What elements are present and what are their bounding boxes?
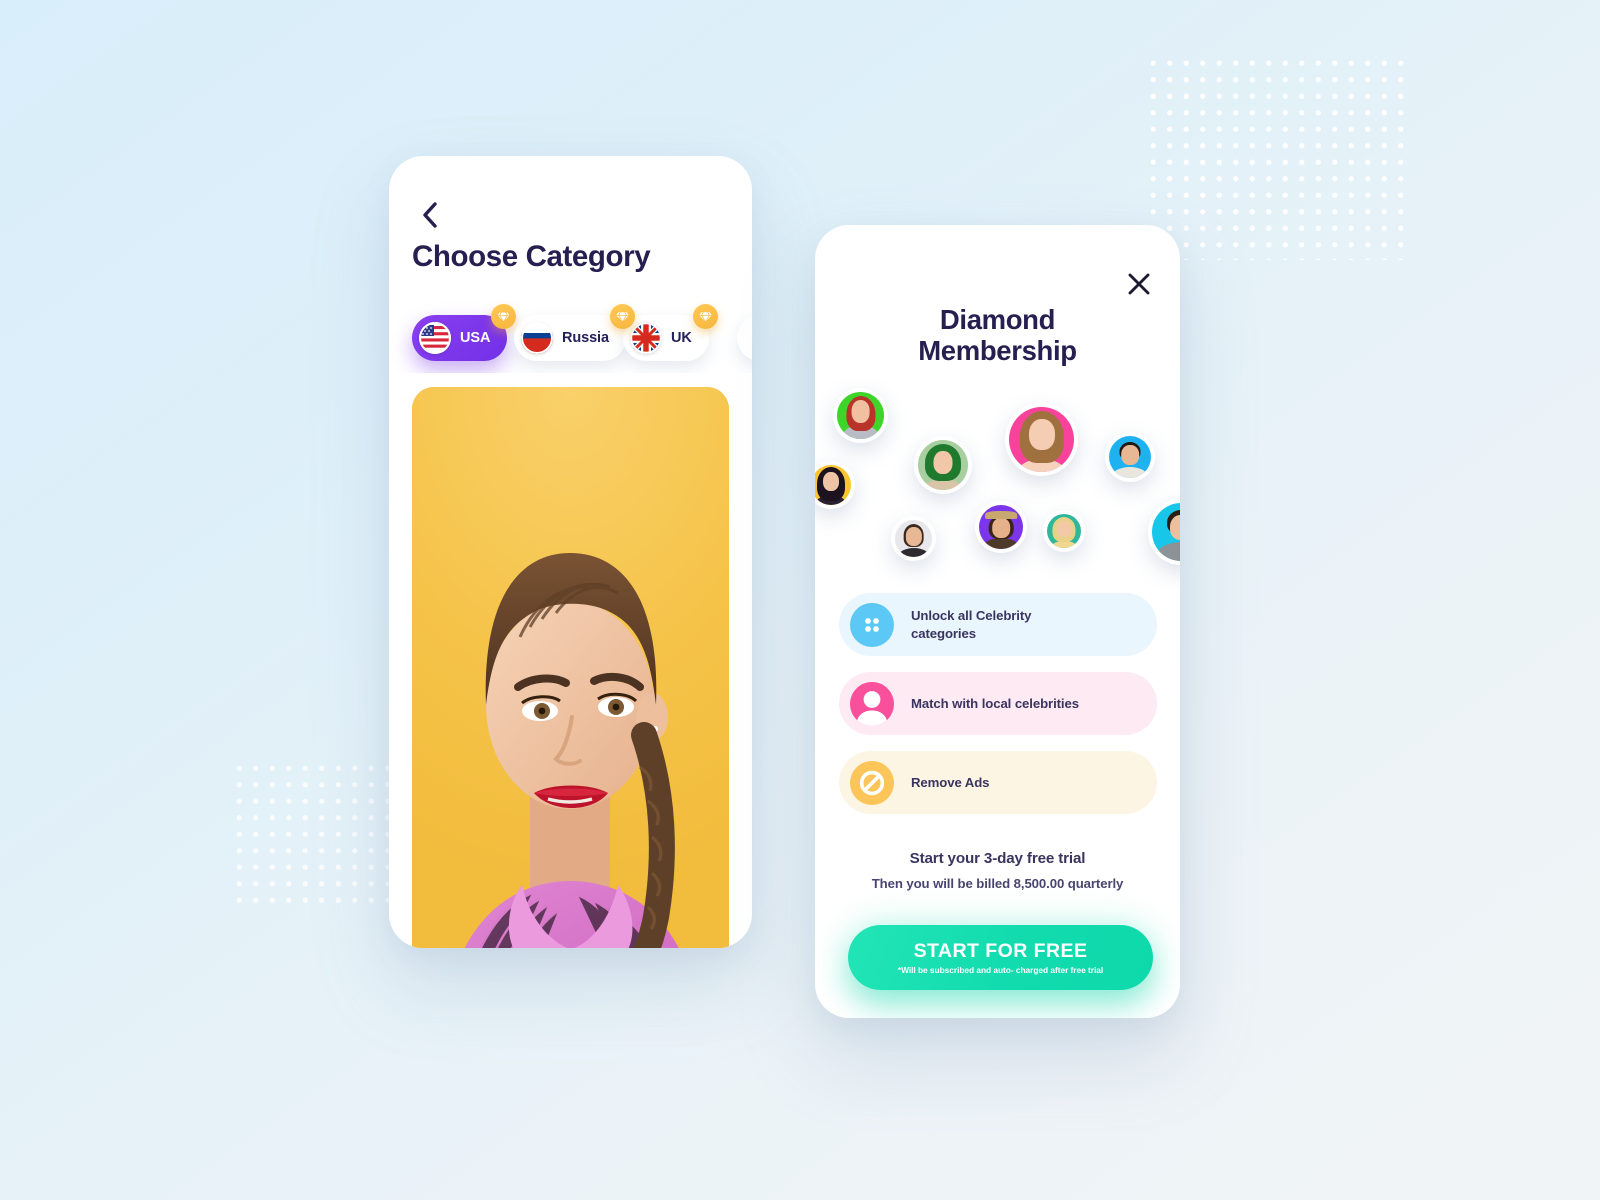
category-chip-next-partial[interactable] [737, 315, 752, 361]
celebrity-avatar-7[interactable] [1043, 510, 1085, 552]
category-chip-usa[interactable]: USA [412, 304, 517, 361]
start-for-free-button[interactable]: START FOR FREE *Will be subscribed and a… [848, 925, 1153, 990]
celebrity-avatar-2[interactable] [815, 461, 855, 509]
category-photo-card[interactable] [412, 387, 729, 948]
chip-label-usa: USA [460, 330, 491, 346]
celebrity-avatar-4[interactable] [891, 516, 936, 561]
portrait-photo [464, 553, 679, 948]
category-chip-strip[interactable]: USA Russia UK [389, 301, 752, 373]
celebrity-avatar-5[interactable] [1005, 403, 1078, 476]
no-ads-icon [850, 760, 894, 805]
grid-dots-icon [850, 602, 894, 647]
back-button[interactable] [409, 195, 449, 235]
close-button[interactable] [1118, 263, 1160, 305]
trial-billing-note: Then you will be billed 8,500.00 quarter… [871, 876, 1124, 891]
benefit-row-remove-ads[interactable]: Remove Ads [839, 751, 1157, 814]
chip-label-uk: UK [671, 330, 692, 346]
gem-badge-uk[interactable] [692, 304, 718, 329]
category-chip-russia[interactable]: Russia [514, 304, 635, 361]
flag-usa-icon [419, 322, 451, 354]
title-line-1: Diamond [939, 304, 1056, 335]
phone-screen-choose-category: Choose Category USA Russia UK [389, 156, 752, 948]
category-chip-uk[interactable]: UK [623, 304, 718, 361]
benefits-list: Unlock all Celebrity categories Match wi… [839, 593, 1157, 830]
close-icon [1128, 273, 1150, 295]
chip-body-uk[interactable]: UK [623, 304, 718, 361]
celebrity-avatar-cluster [815, 375, 1180, 590]
chevron-left-icon [422, 202, 437, 228]
gem-badge-usa[interactable] [491, 304, 517, 329]
cta-fineprint: *Will be subscribed and auto- charged af… [897, 965, 1104, 975]
title-line-2: Membership [918, 334, 1077, 366]
benefit-row-match-celebrities[interactable]: Match with local celebrities [839, 672, 1157, 735]
celebrity-avatar-8[interactable] [1105, 432, 1155, 482]
trial-info-block: Start your 3-day free trial Then you wil… [815, 850, 1180, 891]
chip-body-russia[interactable]: Russia [514, 304, 635, 361]
cta-label: START FOR FREE [913, 940, 1088, 962]
flag-russia-icon [521, 322, 553, 354]
celebrity-avatar-9[interactable] [1148, 499, 1180, 565]
chip-body-usa[interactable]: USA [412, 304, 517, 361]
decorative-dot-pattern-top-right [1142, 52, 1404, 260]
phone-screen-diamond-membership: Diamond Membership Unlock all Celebrity … [815, 225, 1180, 1018]
page-title: Choose Category [412, 240, 651, 273]
benefit-label-unlock-categories: Unlock all Celebrity categories [911, 607, 1032, 641]
diamond-icon [616, 311, 629, 322]
flag-uk-icon [630, 322, 662, 354]
person-icon [850, 681, 894, 726]
benefit-label-match-celebrities: Match with local celebrities [911, 695, 1079, 711]
gem-badge-russia[interactable] [609, 304, 635, 329]
celebrity-avatar-3[interactable] [914, 436, 972, 494]
diamond-icon [699, 311, 712, 322]
celebrity-avatar-6[interactable] [975, 501, 1027, 553]
benefit-label-remove-ads: Remove Ads [911, 774, 990, 790]
benefit-row-unlock-categories[interactable]: Unlock all Celebrity categories [839, 593, 1157, 656]
decorative-dot-pattern-bottom-left [228, 757, 404, 909]
trial-headline: Start your 3-day free trial [909, 850, 1086, 867]
screenshot-canvas: Choose Category USA Russia UK Diamond Me… [0, 0, 1600, 1200]
diamond-icon [497, 311, 511, 322]
chip-body-partial[interactable] [737, 315, 752, 361]
celebrity-avatar-1[interactable] [833, 388, 888, 443]
page-title: Diamond Membership [815, 304, 1180, 367]
chip-label-russia: Russia [562, 330, 609, 346]
